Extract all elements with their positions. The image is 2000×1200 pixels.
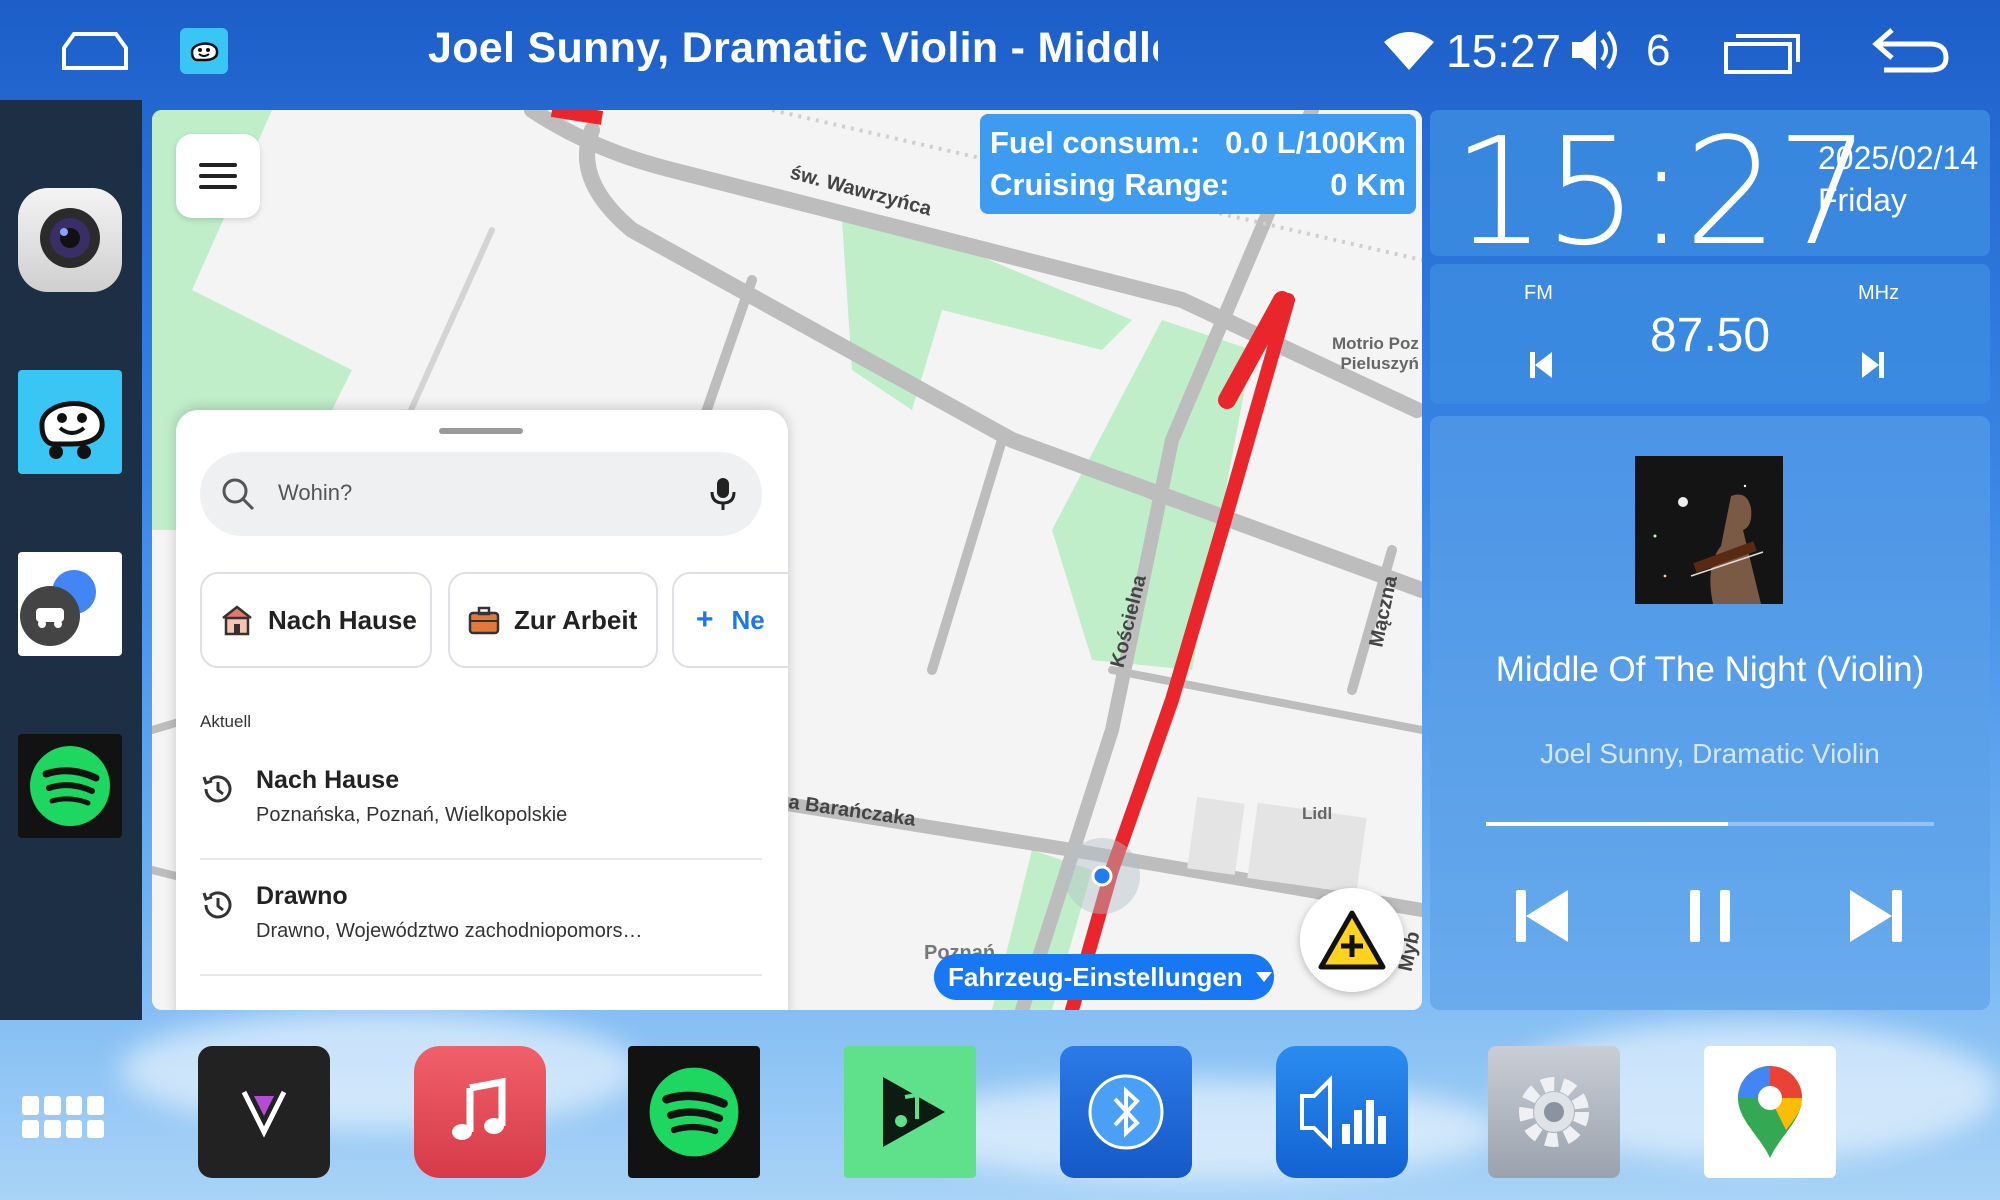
radio-prev-icon[interactable] [1530, 352, 1552, 378]
volume-icon[interactable] [1570, 26, 1622, 74]
video-player-app-icon[interactable] [198, 1046, 330, 1178]
sheet-drag-handle[interactable] [439, 428, 523, 434]
microphone-icon[interactable] [708, 476, 738, 512]
track-progress-bar[interactable] [1486, 822, 1934, 826]
music-player-widget[interactable]: Middle Of The Night (Violin) Joel Sunny,… [1430, 416, 1990, 1010]
search-placeholder: Wohin? [278, 480, 353, 505]
recent-item-title: Drawno [256, 882, 348, 910]
search-input[interactable]: Wohin? [200, 452, 762, 536]
vehicle-settings-label: Fahrzeug-Einstellungen [948, 961, 1243, 992]
chip-work-label: Zur Arbeit [514, 604, 638, 635]
clock-widget[interactable]: 15:27 2025/02/14 Friday [1430, 106, 1990, 278]
next-track-icon[interactable] [1848, 886, 1904, 946]
home-icon [222, 605, 252, 636]
menu-line [199, 163, 237, 167]
clock-date: 2025/02/14 [1818, 140, 1979, 176]
recent-item-title: Nach Hause [256, 766, 400, 794]
cloud-decoration [900, 1080, 1500, 1180]
status-time: 15:27 [1446, 25, 1562, 77]
chip-work[interactable]: Zur Arbeit [448, 572, 658, 668]
camera-app-icon[interactable] [18, 188, 122, 292]
home-icon[interactable] [60, 30, 130, 72]
app-drawer-icon[interactable] [22, 1096, 104, 1138]
equalizer-app-icon[interactable] [1276, 1046, 1408, 1178]
dropdown-arrow-icon [1255, 972, 1272, 982]
menu-line [199, 185, 237, 189]
radio-widget[interactable]: FM MHz 87.50 [1430, 264, 1990, 404]
search-icon [222, 478, 255, 511]
recent-item-subtitle: Drawno, Województwo zachodniopomors… [256, 920, 643, 942]
warning-plus-icon [1318, 910, 1386, 970]
previous-track-icon[interactable] [1514, 886, 1570, 946]
status-bar: Joel Sunny, Dramatic Violin - Middle C 1… [0, 0, 2000, 100]
hamburger-menu-button[interactable] [176, 134, 260, 218]
spotify-app-icon[interactable] [18, 734, 122, 838]
radio-band: FM [1524, 282, 1553, 304]
chip-new-label: Ne [731, 604, 765, 635]
clock-day: Friday [1818, 182, 1907, 218]
plus-icon: + [696, 603, 714, 636]
menu-line [199, 174, 237, 178]
poi-label-motrio: Motrio Poz Pieluszyń [1332, 334, 1419, 373]
clock-time: 15:27 [1452, 106, 1871, 278]
radio-unit: MHz [1858, 282, 1900, 304]
cruising-range-value: 0 Km [1330, 167, 1406, 202]
spotify-dock-icon[interactable] [628, 1046, 760, 1178]
waze-app-icon[interactable] [18, 370, 122, 474]
waze-icon[interactable] [180, 28, 228, 74]
track-artist: Joel Sunny, Dramatic Violin [1540, 738, 1880, 769]
recent-section-label: Aktuell [200, 712, 252, 731]
chip-home-label: Nach Hause [268, 604, 417, 635]
recent-item[interactable]: Drawno Drawno, Województwo zachodniopomo… [200, 862, 762, 976]
play-music-app-icon[interactable] [844, 1046, 976, 1178]
fuel-consumption-label: Fuel consum.: [990, 125, 1201, 160]
car-app-icon[interactable] [18, 552, 122, 656]
search-bottom-sheet[interactable]: Wohin? Nach Hause Zur Arbeit + Ne Aktuel… [176, 410, 788, 1010]
poi-label-lidl: Lidl [1302, 804, 1333, 823]
current-position-dot [1091, 865, 1113, 887]
radio-next-icon[interactable] [1862, 352, 1884, 378]
recent-item[interactable]: Nach Hause Poznańska, Poznań, Wielkopols… [200, 746, 762, 860]
radio-frequency: 87.50 [1649, 309, 1771, 362]
cruising-range-label: Cruising Range: [990, 167, 1230, 202]
bluetooth-app-icon[interactable] [1060, 1046, 1192, 1178]
fuel-consumption-value: 0.0 L/100Km [1225, 125, 1406, 160]
fuel-info-overlay: Fuel consum.: 0.0 L/100Km Cruising Range:… [980, 114, 1416, 214]
vehicle-settings-button[interactable]: Fahrzeug-Einstellungen [934, 954, 1274, 1000]
google-maps-app-icon[interactable] [1704, 1046, 1836, 1178]
report-hazard-button[interactable] [1300, 888, 1404, 992]
history-icon [202, 891, 232, 919]
wifi-icon [1384, 32, 1434, 70]
recent-item-subtitle: Poznańska, Poznań, Wielkopolskie [256, 804, 568, 826]
left-app-dock [0, 100, 142, 1020]
track-progress-fill [1486, 822, 1728, 826]
now-playing-title: Joel Sunny, Dramatic Violin - Middle C [428, 24, 1158, 72]
settings-app-icon[interactable] [1488, 1046, 1620, 1178]
chip-home[interactable]: Nach Hause [200, 572, 432, 668]
briefcase-icon [468, 606, 500, 635]
recent-apps-icon[interactable] [1722, 30, 1802, 74]
chip-new[interactable]: + Ne [672, 572, 788, 668]
back-icon[interactable] [1870, 26, 1950, 74]
volume-level: 6 [1646, 26, 1671, 75]
pause-icon[interactable] [1682, 886, 1738, 946]
album-cover[interactable] [1635, 456, 1783, 604]
navigation-map[interactable]: św. Wawrzyńca Kościelna Mączna a Barańcz… [152, 110, 1422, 1010]
music-app-icon[interactable] [414, 1046, 546, 1178]
track-title: Middle Of The Night (Violin) [1495, 650, 1925, 689]
history-icon [202, 775, 232, 803]
